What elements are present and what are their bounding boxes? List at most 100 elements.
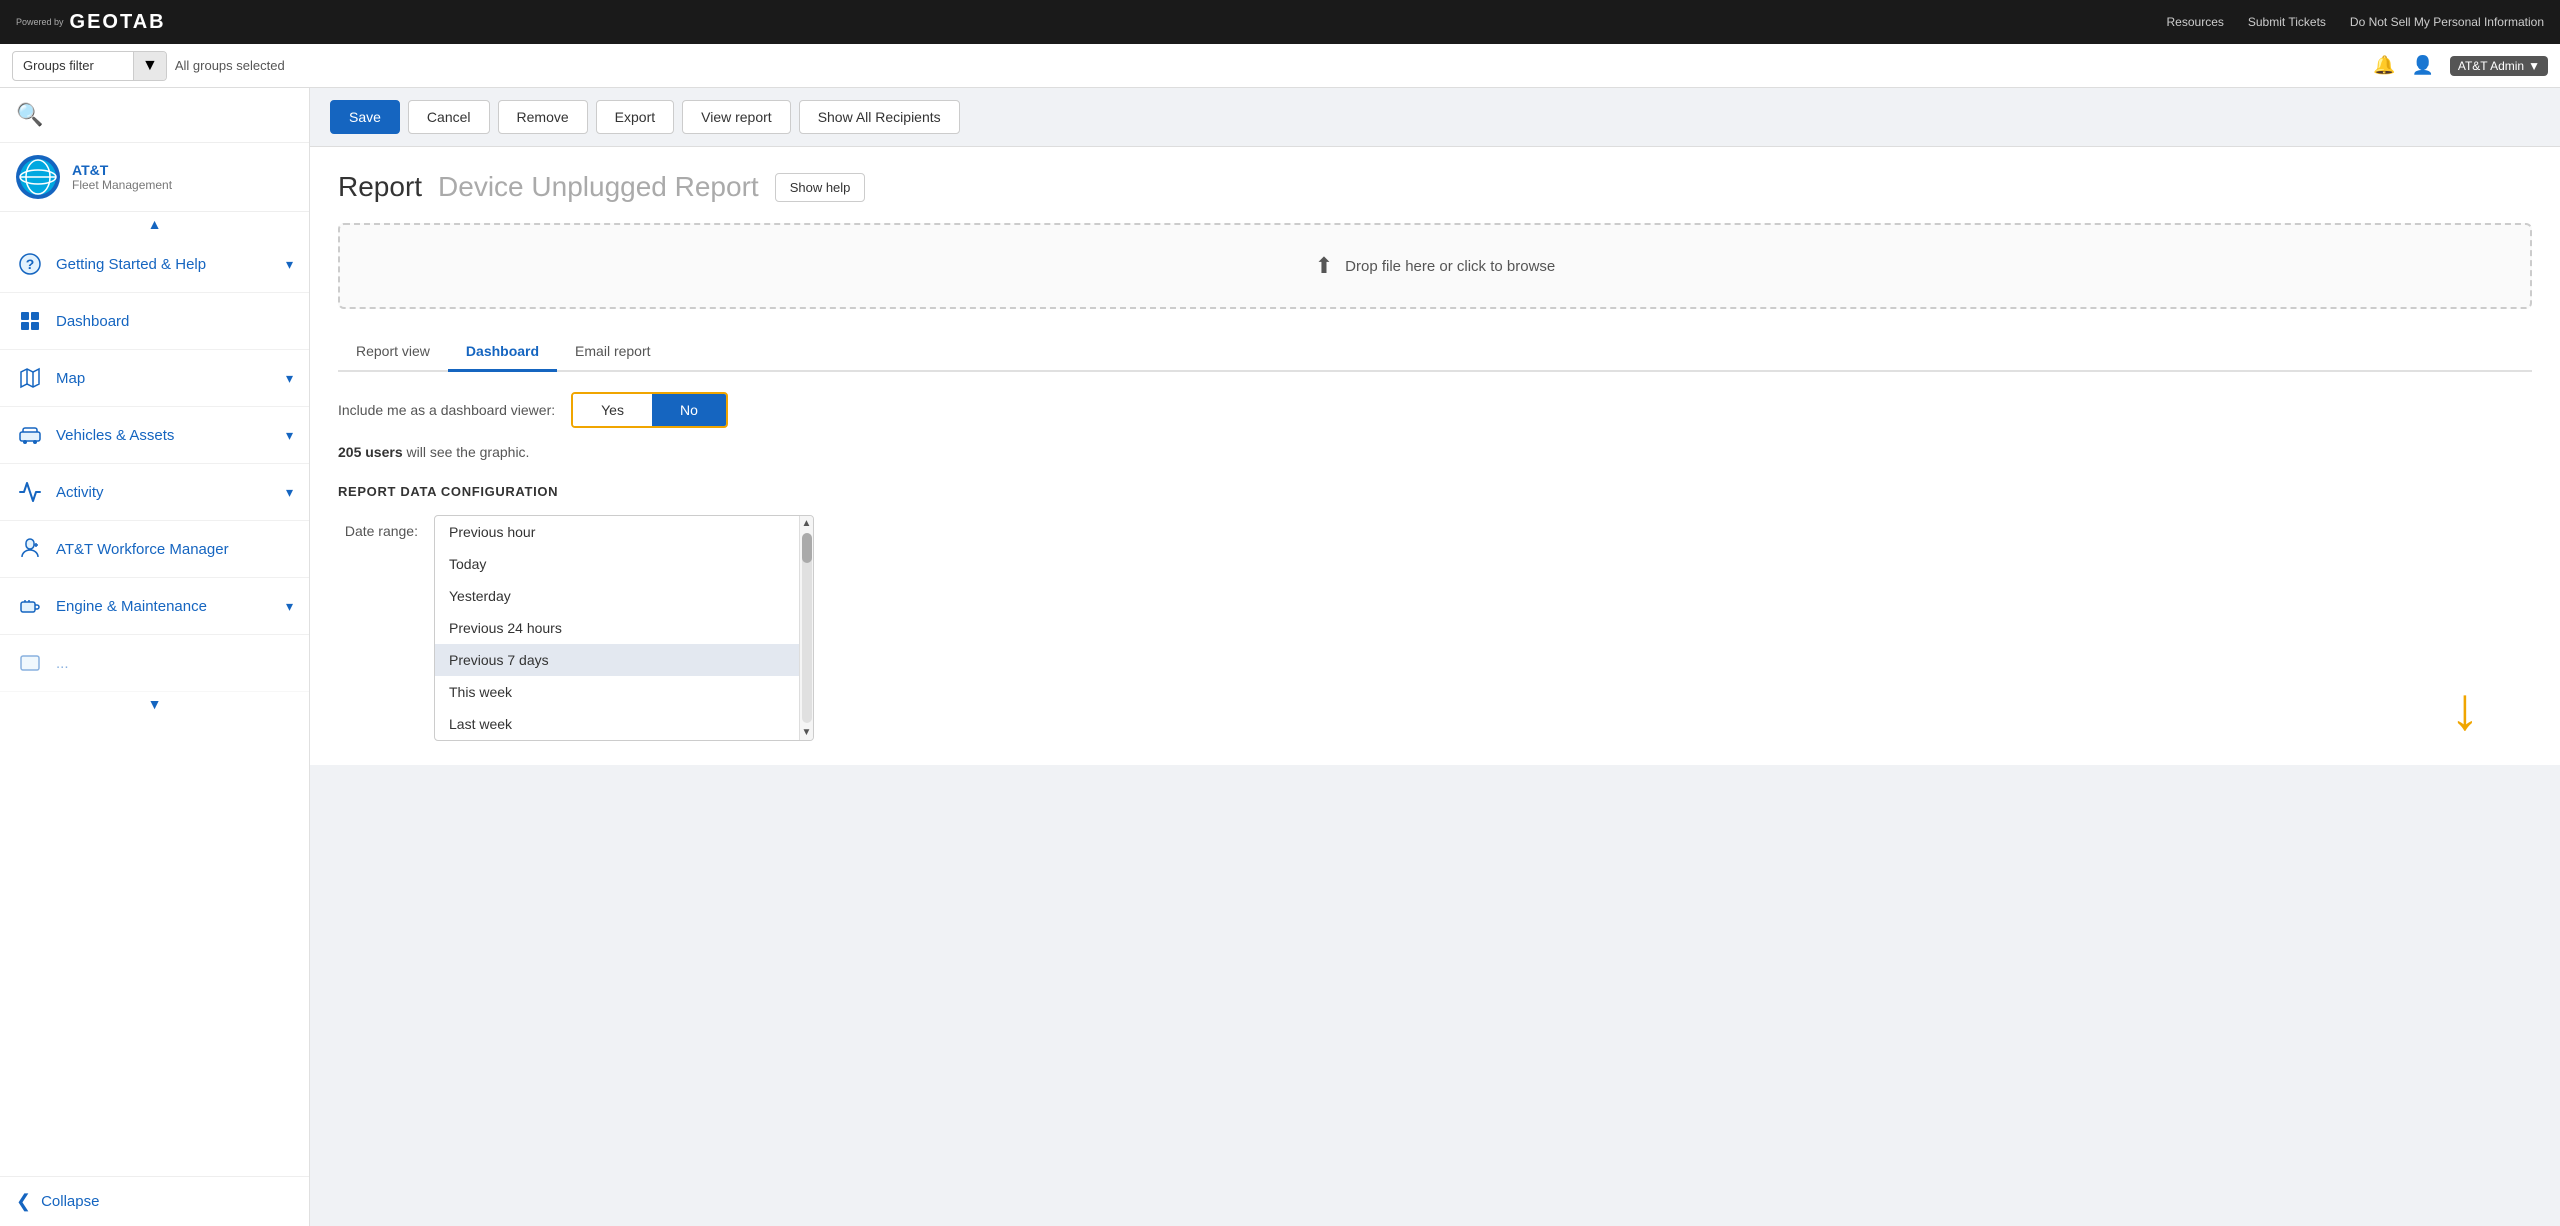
org-name: AT&T xyxy=(72,162,172,178)
users-info: 205 users will see the graphic. xyxy=(338,444,2532,460)
scroll-up-arrow[interactable]: ▲ xyxy=(802,518,812,529)
org-info: AT&T Fleet Management xyxy=(72,162,172,192)
top-right-icons: 🔔 👤 AT&T Admin ▼ xyxy=(2373,55,2548,76)
sidebar-scroll-up-button[interactable]: ▲ xyxy=(0,212,309,236)
view-report-button[interactable]: View report xyxy=(682,100,791,134)
help-circle-icon: ? xyxy=(16,250,44,278)
sidebar-item-dashboard-label: Dashboard xyxy=(56,313,293,330)
show-all-recipients-button[interactable]: Show All Recipients xyxy=(799,100,960,134)
date-option-prev-24h[interactable]: Previous 24 hours xyxy=(435,612,813,644)
geotab-logo-text: GEOTAB xyxy=(70,11,166,34)
tab-dashboard[interactable]: Dashboard xyxy=(448,333,557,372)
scroll-thumb xyxy=(802,533,812,563)
user-name-label: AT&T Admin xyxy=(2458,59,2524,73)
date-range-select[interactable]: Previous hour Today Yesterday Previous 2… xyxy=(434,515,814,741)
submit-tickets-link[interactable]: Submit Tickets xyxy=(2248,15,2326,29)
date-option-prev-hour[interactable]: Previous hour xyxy=(435,516,813,548)
top-navigation: Powered by GEOTAB Resources Submit Ticke… xyxy=(0,0,2560,44)
cancel-button[interactable]: Cancel xyxy=(408,100,490,134)
date-select-scrollbar[interactable]: ▲ ▼ xyxy=(799,516,813,740)
sidebar-item-vehicles[interactable]: Vehicles & Assets ▾ xyxy=(0,407,309,464)
sidebar-item-getting-started[interactable]: ? Getting Started & Help ▾ xyxy=(0,236,309,293)
show-help-button[interactable]: Show help xyxy=(775,173,866,202)
collapse-label: Collapse xyxy=(41,1193,99,1210)
date-option-today[interactable]: Today xyxy=(435,548,813,580)
org-logo xyxy=(16,155,60,199)
user-menu-arrow: ▼ xyxy=(2528,59,2540,73)
viewer-label: Include me as a dashboard viewer: xyxy=(338,402,555,418)
page-title-prefix: Report xyxy=(338,171,422,203)
sidebar-item-engine-label: Engine & Maintenance xyxy=(56,598,274,615)
file-drop-zone[interactable]: ⬆ Drop file here or click to browse xyxy=(338,223,2532,309)
sidebar-search-area[interactable]: 🔍 xyxy=(0,88,309,143)
do-not-sell-link[interactable]: Do Not Sell My Personal Information xyxy=(2350,15,2544,29)
engine-icon xyxy=(16,592,44,620)
users-count: 205 users xyxy=(338,444,403,460)
groups-filter-input[interactable]: Groups filter ▼ xyxy=(12,51,167,81)
report-tabs: Report view Dashboard Email report xyxy=(338,333,2532,372)
page-body: Report Device Unplugged Report Show help… xyxy=(310,147,2560,765)
sidebar-chevron-activity: ▾ xyxy=(286,484,293,501)
org-header: AT&T Fleet Management xyxy=(0,143,309,212)
date-range-row: Date range: Previous hour Today Yesterda… xyxy=(338,515,2532,741)
brand-logo: Powered by GEOTAB xyxy=(16,11,166,34)
no-button[interactable]: No xyxy=(652,394,726,426)
date-option-this-week[interactable]: This week xyxy=(435,676,813,708)
sidebar-item-more-label: ... xyxy=(56,655,293,672)
sidebar-item-engine[interactable]: Engine & Maintenance ▾ xyxy=(0,578,309,635)
date-option-prev-7days[interactable]: Previous 7 days xyxy=(435,644,813,676)
sidebar-chevron-vehicles: ▾ xyxy=(286,427,293,444)
sidebar-item-map[interactable]: Map ▾ xyxy=(0,350,309,407)
sidebar-item-dashboard[interactable]: Dashboard xyxy=(0,293,309,350)
scroll-track xyxy=(802,533,812,723)
yes-button[interactable]: Yes xyxy=(573,394,652,426)
drop-zone-text: Drop file here or click to browse xyxy=(1345,258,1555,275)
date-range-label: Date range: xyxy=(338,515,418,539)
sidebar-item-more[interactable]: ... xyxy=(0,635,309,692)
sidebar-chevron-getting-started: ▾ xyxy=(286,256,293,273)
person-icon[interactable]: 👤 xyxy=(2411,55,2433,76)
page-header: Report Device Unplugged Report Show help xyxy=(338,171,2532,203)
sidebar: 🔍 AT&T Fleet Management ▲ ? xyxy=(0,88,310,1226)
map-icon xyxy=(16,364,44,392)
more-icon xyxy=(16,649,44,677)
upload-icon: ⬆ xyxy=(1315,253,1333,279)
toolbar: Save Cancel Remove Export View report Sh… xyxy=(310,88,2560,147)
sidebar-scroll-down-button[interactable]: ▼ xyxy=(0,692,309,716)
sidebar-item-activity[interactable]: Activity ▾ xyxy=(0,464,309,521)
sidebar-item-workforce-label: AT&T Workforce Manager xyxy=(56,541,293,558)
groups-filter-dropdown-arrow[interactable]: ▼ xyxy=(133,52,166,80)
remove-button[interactable]: Remove xyxy=(498,100,588,134)
search-icon[interactable]: 🔍 xyxy=(16,102,43,127)
powered-by-label: Powered by xyxy=(16,17,64,27)
date-option-yesterday[interactable]: Yesterday xyxy=(435,580,813,612)
tab-email-report[interactable]: Email report xyxy=(557,333,668,372)
dashboard-icon xyxy=(16,307,44,335)
sidebar-item-activity-label: Activity xyxy=(56,484,274,501)
yes-no-toggle: Yes No xyxy=(571,392,728,428)
export-button[interactable]: Export xyxy=(596,100,674,134)
user-menu-chip[interactable]: AT&T Admin ▼ xyxy=(2450,56,2548,76)
workforce-icon xyxy=(16,535,44,563)
groups-filter-label: Groups filter xyxy=(13,58,133,73)
resources-link[interactable]: Resources xyxy=(2167,15,2224,29)
page-title-name: Device Unplugged Report xyxy=(438,171,759,203)
save-button[interactable]: Save xyxy=(330,100,400,134)
main-layout: 🔍 AT&T Fleet Management ▲ ? xyxy=(0,88,2560,1226)
collapse-left-icon: ❮ xyxy=(16,1191,31,1212)
sidebar-item-vehicles-label: Vehicles & Assets xyxy=(56,427,274,444)
sidebar-item-getting-started-label: Getting Started & Help xyxy=(56,256,274,273)
notification-bell-icon[interactable]: 🔔 xyxy=(2373,55,2395,76)
top-nav-links: Resources Submit Tickets Do Not Sell My … xyxy=(2167,15,2544,29)
activity-icon xyxy=(16,478,44,506)
vehicles-icon xyxy=(16,421,44,449)
users-text: will see the graphic. xyxy=(407,444,530,460)
scroll-down-arrow[interactable]: ▼ xyxy=(802,727,812,738)
tab-report-view[interactable]: Report view xyxy=(338,333,448,372)
groups-filter-bar: Groups filter ▼ All groups selected 🔔 👤 … xyxy=(0,44,2560,88)
sidebar-item-workforce[interactable]: AT&T Workforce Manager xyxy=(0,521,309,578)
svg-text:?: ? xyxy=(26,256,35,272)
sidebar-collapse-button[interactable]: ❮ Collapse xyxy=(0,1176,309,1226)
date-option-last-week[interactable]: Last week xyxy=(435,708,813,740)
all-groups-label: All groups selected xyxy=(175,58,285,73)
